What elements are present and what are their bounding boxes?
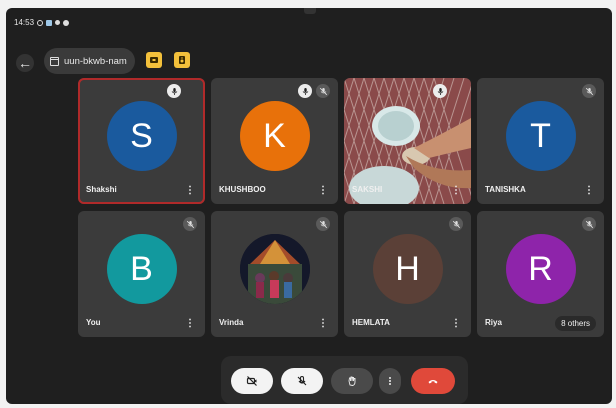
leave-call-button[interactable] [411, 368, 455, 394]
speaking-indicator-icon [433, 84, 447, 98]
tile-menu-button[interactable]: ⋮ [318, 319, 328, 329]
camera-notch [304, 8, 316, 14]
mic-off-icon [297, 375, 307, 386]
participant-tile[interactable]: R Riya 8 others [477, 211, 604, 337]
participant-tile[interactable]: SAKSHI ⋮ [344, 78, 471, 204]
camera-off-icon [246, 376, 257, 386]
switch-camera-icon [150, 57, 158, 63]
arrow-left-icon: ← [18, 55, 32, 71]
tile-menu-button[interactable]: ⋮ [451, 319, 461, 329]
avatar: S [106, 101, 177, 171]
participant-tile[interactable]: H HEMLATA ⋮ [344, 211, 471, 337]
avatar: B [106, 234, 177, 304]
call-controls [221, 356, 468, 404]
participant-name: SAKSHI [352, 185, 383, 194]
meet-window: 14:53 ← uun-bkwb-nam S Shakshi ⋮ K KHUSHBOO ⋮… [6, 8, 612, 404]
participant-name: Riya [485, 318, 502, 327]
avatar: T [505, 101, 576, 171]
mic-toggle-button[interactable] [281, 368, 323, 394]
participant-name: KHUSHBOO [219, 185, 266, 194]
end-call-icon [428, 380, 438, 384]
status-bar: 14:53 [14, 18, 70, 27]
mic-muted-icon [449, 217, 463, 231]
participant-name: Vrinda [219, 318, 244, 327]
profile-photo [239, 234, 310, 304]
meeting-code: uun-bkwb-nam [64, 55, 127, 67]
tile-menu-button[interactable]: ⋮ [584, 186, 594, 196]
avatar: R [505, 234, 576, 304]
notification-icon [63, 19, 70, 26]
meeting-info-button[interactable]: uun-bkwb-nam [44, 48, 135, 74]
participant-name: You [86, 318, 101, 327]
more-options-button[interactable] [379, 368, 401, 394]
participant-tile[interactable]: B You ⋮ [78, 211, 205, 337]
mic-muted-icon [582, 217, 596, 231]
participant-tile[interactable]: Vrinda ⋮ [211, 211, 338, 337]
tile-menu-button[interactable]: ⋮ [451, 186, 461, 196]
status-time: 14:53 [14, 18, 35, 27]
speaking-indicator-icon [167, 84, 181, 98]
participant-tile[interactable]: T TANISHKA ⋮ [477, 78, 604, 204]
tile-menu-button[interactable]: ⋮ [185, 186, 195, 196]
avatar: H [372, 234, 443, 304]
raise-hand-icon [348, 376, 356, 386]
mic-muted-icon [316, 84, 330, 98]
mic-muted-icon [316, 217, 330, 231]
settings-icon [55, 20, 61, 25]
participant-tile[interactable]: K KHUSHBOO ⋮ [211, 78, 338, 204]
participant-name: TANISHKA [485, 185, 526, 194]
raise-hand-button[interactable] [331, 368, 373, 394]
tile-menu-button[interactable]: ⋮ [185, 319, 195, 329]
participant-grid: S Shakshi ⋮ K KHUSHBOO ⋮ SAKSHI ⋮ T TANISHKA ⋮ B You… [78, 78, 604, 346]
switch-camera-button[interactable] [146, 52, 162, 68]
audio-output-button[interactable] [174, 52, 190, 68]
participant-name: Shakshi [86, 185, 117, 194]
mic-muted-icon [183, 217, 197, 231]
participant-name: HEMLATA [352, 318, 390, 327]
speaking-indicator-icon [298, 84, 312, 98]
tile-menu-button[interactable]: ⋮ [318, 186, 328, 196]
more-options-icon [389, 377, 391, 385]
avatar: K [239, 101, 310, 171]
speaker-icon [179, 56, 185, 64]
others-count-button[interactable]: 8 others [555, 316, 596, 331]
app-icon [46, 19, 53, 26]
sync-icon [37, 19, 44, 26]
back-button[interactable]: ← [16, 54, 34, 72]
calendar-icon [50, 56, 59, 66]
participant-tile[interactable]: S Shakshi ⋮ [78, 78, 205, 204]
camera-toggle-button[interactable] [231, 368, 273, 394]
mic-muted-icon [582, 84, 596, 98]
